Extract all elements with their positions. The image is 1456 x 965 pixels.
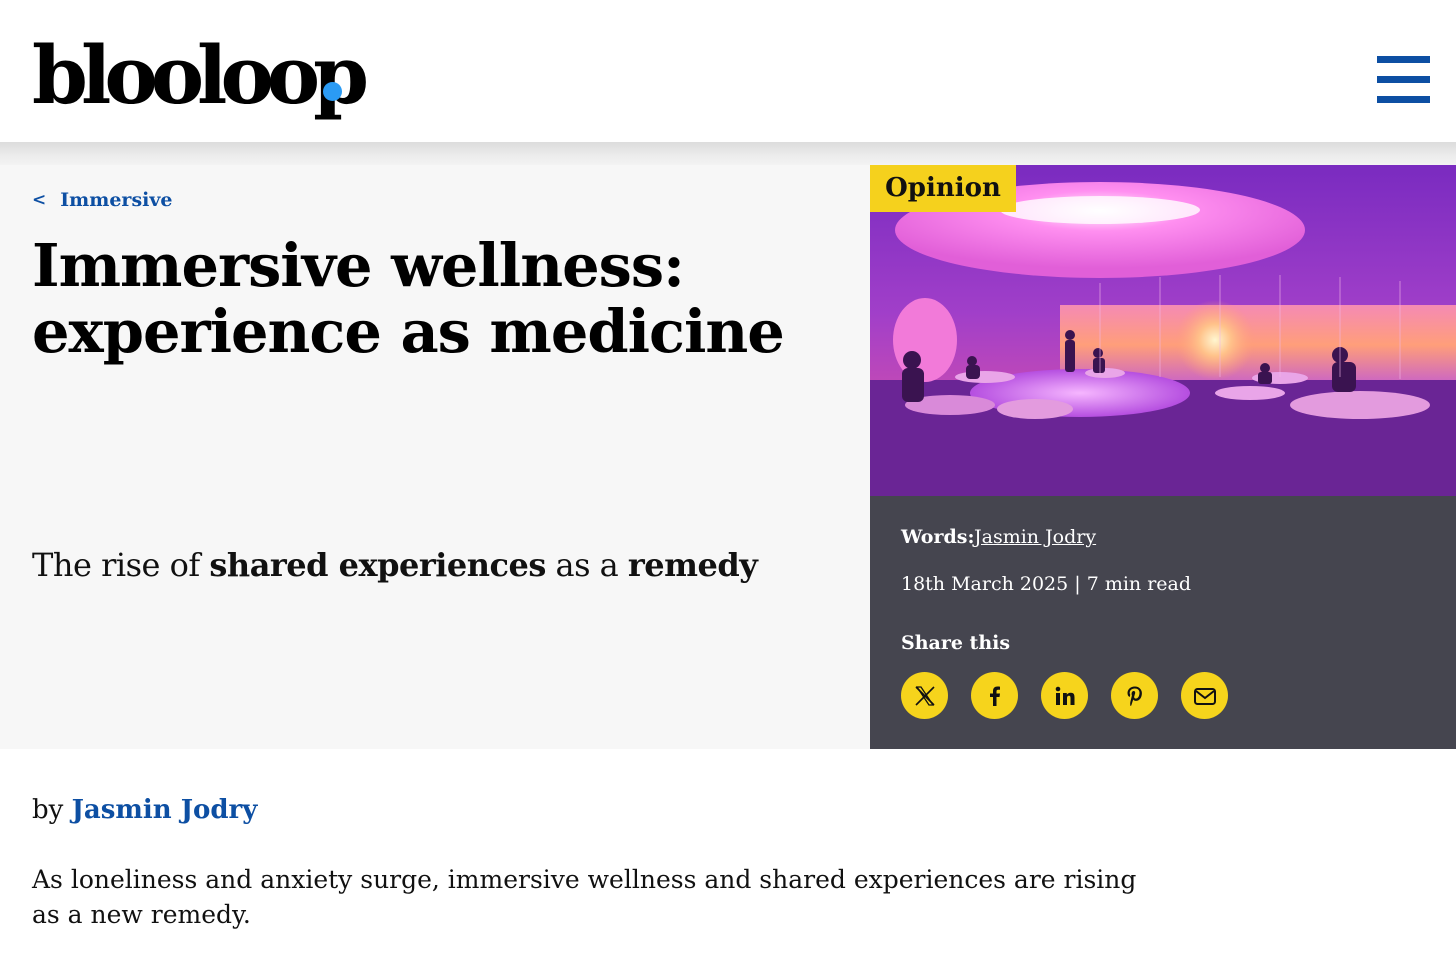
article-byline: by Jasmin Jodry bbox=[32, 795, 257, 825]
header-shadow bbox=[0, 142, 1456, 165]
facebook-icon[interactable] bbox=[971, 672, 1018, 719]
x-icon[interactable] bbox=[901, 672, 948, 719]
headline-line-2: experience as medicine bbox=[32, 297, 785, 366]
share-buttons bbox=[901, 672, 1228, 719]
standfirst-text-1: The rise of bbox=[32, 546, 210, 584]
byline-author-link[interactable]: Jasmin Jodry bbox=[72, 795, 258, 825]
breadcrumb: < Immersive bbox=[32, 189, 173, 211]
linkedin-icon[interactable] bbox=[1041, 672, 1088, 719]
standfirst-bold-2: remedy bbox=[627, 546, 758, 584]
wellness-lounge-photo bbox=[870, 165, 1456, 496]
standfirst-text-2: as a bbox=[545, 546, 628, 584]
site-header: blooloop bbox=[0, 0, 1456, 142]
logo-dot bbox=[323, 82, 342, 101]
chevron-left-icon: < bbox=[32, 190, 47, 210]
breadcrumb-link-immersive[interactable]: Immersive bbox=[60, 189, 172, 211]
standfirst: The rise of shared experiences as a reme… bbox=[32, 543, 852, 587]
page-title: Immersive wellness: experience as medici… bbox=[32, 233, 832, 365]
email-icon[interactable] bbox=[1181, 672, 1228, 719]
publish-date-read-time: 18th March 2025 | 7 min read bbox=[901, 573, 1192, 595]
category-badge[interactable]: Opinion bbox=[870, 165, 1016, 212]
article-intro: As loneliness and anxiety surge, immersi… bbox=[32, 865, 1137, 929]
words-label: Words: bbox=[901, 526, 975, 548]
pinterest-icon[interactable] bbox=[1111, 672, 1158, 719]
standfirst-bold-1: shared experiences bbox=[209, 546, 546, 584]
author-link[interactable]: Jasmin Jodry bbox=[974, 526, 1096, 548]
byline-prefix: by bbox=[32, 795, 64, 825]
site-logo[interactable]: blooloop bbox=[32, 30, 369, 120]
article-hero: < Immersive Immersive wellness: experien… bbox=[0, 165, 870, 749]
hamburger-menu-icon[interactable] bbox=[1377, 56, 1430, 104]
share-label: Share this bbox=[901, 632, 1011, 654]
headline-line-1: Immersive wellness: bbox=[32, 231, 685, 300]
article-meta-panel: Words: Jasmin Jodry 18th March 2025 | 7 … bbox=[870, 496, 1456, 749]
